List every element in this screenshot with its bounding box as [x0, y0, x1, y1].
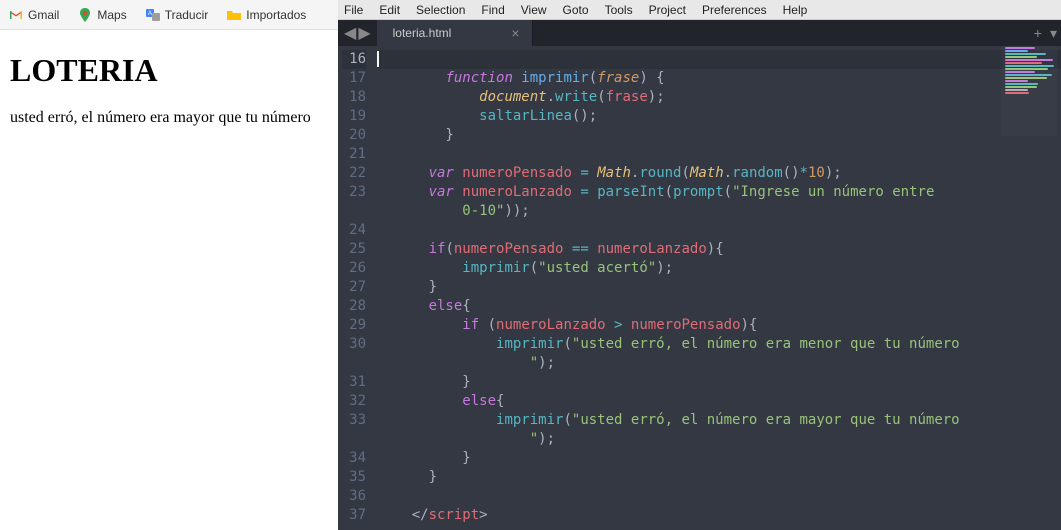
bookmark-label: Traducir — [165, 8, 209, 22]
line-number: 16 — [342, 50, 366, 69]
line-number — [342, 202, 366, 221]
code-line: document.write(frase); — [378, 88, 1061, 107]
translate-icon: A — [145, 7, 161, 23]
code-line — [378, 487, 1061, 506]
menu-view[interactable]: View — [521, 3, 547, 17]
bookmark-label: Gmail — [28, 8, 59, 22]
svg-text:A: A — [148, 11, 152, 17]
code-line: function imprimir(frase) { — [378, 69, 1061, 88]
code-line: } — [378, 468, 1061, 487]
line-number: 22 — [342, 164, 366, 183]
line-number: 20 — [342, 126, 366, 145]
menu-bar: File Edit Selection Find View Goto Tools Projec… — [338, 0, 1061, 20]
line-number: 31 — [342, 373, 366, 392]
code-line: else{ — [378, 392, 1061, 411]
bookmark-label: Maps — [97, 8, 126, 22]
line-number: 35 — [342, 468, 366, 487]
line-number: 23 — [342, 183, 366, 202]
line-number: 36 — [342, 487, 366, 506]
code-line: imprimir("usted erró, el número era mayo… — [378, 411, 1061, 430]
menu-file[interactable]: File — [344, 3, 363, 17]
line-number: 34 — [342, 449, 366, 468]
code-line: var numeroLanzado = parseInt(prompt("Ing… — [378, 183, 1061, 202]
line-number: 29 — [342, 316, 366, 335]
line-number — [342, 430, 366, 449]
bookmark-label: Importados — [246, 8, 306, 22]
page-title: LOTERIA — [10, 52, 328, 89]
code-line: } — [378, 126, 1061, 145]
nav-right-icon[interactable]: ▶ — [358, 23, 370, 43]
code-line: "); — [378, 354, 1061, 373]
line-number: 24 — [342, 221, 366, 240]
menu-help[interactable]: Help — [783, 3, 808, 17]
line-gutter: 1617181920212223 24252627282930 313233 3435… — [338, 46, 374, 530]
code-line: } — [378, 373, 1061, 392]
folder-icon — [226, 7, 242, 23]
minimap[interactable] — [1001, 46, 1057, 136]
menu-edit[interactable]: Edit — [379, 3, 400, 17]
line-number: 28 — [342, 297, 366, 316]
line-number — [342, 354, 366, 373]
code-line: else{ — [378, 297, 1061, 316]
bookmark-folder[interactable]: Importados — [226, 7, 306, 23]
line-number: 33 — [342, 411, 366, 430]
menu-project[interactable]: Project — [649, 3, 686, 17]
code-editor[interactable]: 1617181920212223 24252627282930 313233 3435… — [338, 46, 1061, 530]
code-line: imprimir("usted acertó"); — [378, 259, 1061, 278]
menu-preferences[interactable]: Preferences — [702, 3, 767, 17]
code-line: </script> — [378, 506, 1061, 525]
code-line: 0-10")); — [378, 202, 1061, 221]
tab-nav-arrows: ◀ ▶ — [338, 20, 377, 46]
bookmarks-bar: Gmail Maps A Traducir Importados — [0, 0, 338, 30]
code-line: var numeroPensado = Math.round(Math.rand… — [378, 164, 1061, 183]
editor-window: File Edit Selection Find View Goto Tools Projec… — [338, 0, 1061, 530]
line-number: 32 — [342, 392, 366, 411]
maps-icon — [77, 7, 93, 23]
page-content: LOTERIA usted erró, el número era mayor … — [0, 30, 338, 149]
line-number: 25 — [342, 240, 366, 259]
code-line — [378, 221, 1061, 240]
code-line: if (numeroLanzado > numeroPensado){ — [378, 316, 1061, 335]
code-line: saltarLinea(); — [378, 107, 1061, 126]
bookmark-translate[interactable]: A Traducir — [145, 7, 209, 23]
menu-selection[interactable]: Selection — [416, 3, 465, 17]
line-number: 19 — [342, 107, 366, 126]
gmail-icon — [8, 7, 24, 23]
line-number: 37 — [342, 506, 366, 525]
code-line: } — [378, 449, 1061, 468]
tab-label: loteria.html — [393, 26, 452, 40]
code-line: if(numeroPensado == numeroLanzado){ — [378, 240, 1061, 259]
code-area[interactable]: function imprimir(frase) { document.writ… — [374, 46, 1061, 530]
page-body-text: usted erró, el número era mayor que tu n… — [10, 109, 328, 127]
code-line: imprimir("usted erró, el número era meno… — [378, 335, 1061, 354]
code-line: "); — [378, 430, 1061, 449]
line-number: 18 — [342, 88, 366, 107]
tab-bar: ◀ ▶ loteria.html × + ▾ — [338, 20, 1061, 46]
browser-viewport: Gmail Maps A Traducir Importados LOTERIA ust… — [0, 0, 338, 530]
new-tab-icon[interactable]: + — [1034, 25, 1042, 41]
nav-left-icon[interactable]: ◀ — [344, 23, 356, 43]
tab-loteria[interactable]: loteria.html × — [377, 20, 533, 46]
line-number: 21 — [342, 145, 366, 164]
line-number: 27 — [342, 278, 366, 297]
bookmark-maps[interactable]: Maps — [77, 7, 126, 23]
line-number: 30 — [342, 335, 366, 354]
bookmark-gmail[interactable]: Gmail — [8, 7, 59, 23]
line-number: 17 — [342, 69, 366, 88]
menu-goto[interactable]: Goto — [563, 3, 589, 17]
code-line: } — [378, 278, 1061, 297]
code-line — [378, 50, 1061, 69]
menu-tools[interactable]: Tools — [605, 3, 633, 17]
close-icon[interactable]: × — [511, 25, 519, 41]
code-line — [378, 145, 1061, 164]
menu-find[interactable]: Find — [481, 3, 504, 17]
line-number: 26 — [342, 259, 366, 278]
tab-dropdown-icon[interactable]: ▾ — [1050, 25, 1057, 42]
